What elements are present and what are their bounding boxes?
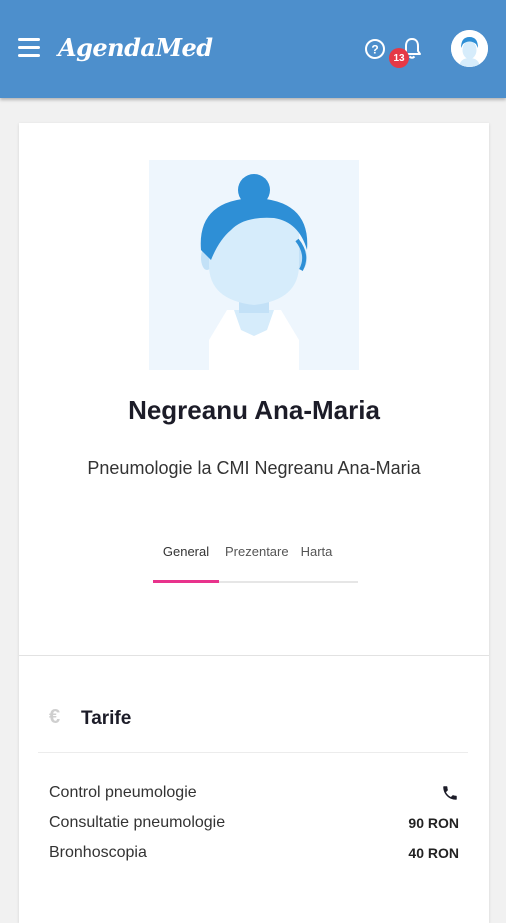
tarife-title: Tarife [81, 708, 132, 729]
help-button[interactable]: ? [364, 38, 386, 60]
app-bar: AgendaMed ? 13 [0, 0, 506, 98]
price-row: Control pneumologie [49, 778, 459, 808]
price-item-value: 90 RON [408, 815, 459, 831]
doctor-name: Negreanu Ana-Maria [128, 395, 380, 425]
price-item-value: 40 RON [408, 845, 459, 861]
doctor-avatar-image [149, 160, 359, 370]
tarife-header: € Tarife [49, 706, 469, 734]
profile-tabs: General Prezentare Harta [153, 543, 358, 583]
menu-button[interactable] [18, 38, 40, 58]
app-logo[interactable]: AgendaMed [58, 33, 213, 62]
hamburger-line [18, 54, 40, 57]
price-item-name: Control pneumologie [49, 784, 197, 801]
doctor-specialty: Pneumologie la CMI Negreanu Ana-Maria [87, 458, 421, 478]
hamburger-line [18, 46, 40, 49]
price-row: Bronhoscopia 40 RON [49, 838, 459, 868]
phone-icon [443, 786, 457, 800]
svg-text:?: ? [371, 43, 378, 57]
price-row: Consultatie pneumologie 90 RON [49, 808, 459, 838]
notification-count-badge: 13 [389, 48, 409, 68]
tarife-header-divider [38, 752, 468, 753]
tab-prezentare[interactable]: Prezentare [219, 543, 295, 581]
account-avatar-button[interactable] [451, 30, 488, 67]
price-item-name: Consultatie pneumologie [49, 814, 226, 831]
tab-harta[interactable]: Harta [295, 543, 339, 581]
price-item-name: Bronhoscopia [49, 844, 147, 861]
section-divider [19, 655, 489, 656]
hamburger-menu-icon [18, 38, 40, 41]
female-doctor-avatar-icon [149, 160, 359, 370]
doctor-profile-card: Negreanu Ana-Maria Pneumologie la CMI Ne… [19, 123, 489, 923]
euro-icon: € [49, 706, 61, 728]
user-avatar-icon [451, 30, 488, 67]
call-button[interactable] [441, 784, 459, 802]
question-mark-icon: ? [365, 39, 385, 59]
price-list: Control pneumologie Consultatie pneumolo… [49, 778, 459, 868]
tab-general[interactable]: General [153, 543, 219, 583]
